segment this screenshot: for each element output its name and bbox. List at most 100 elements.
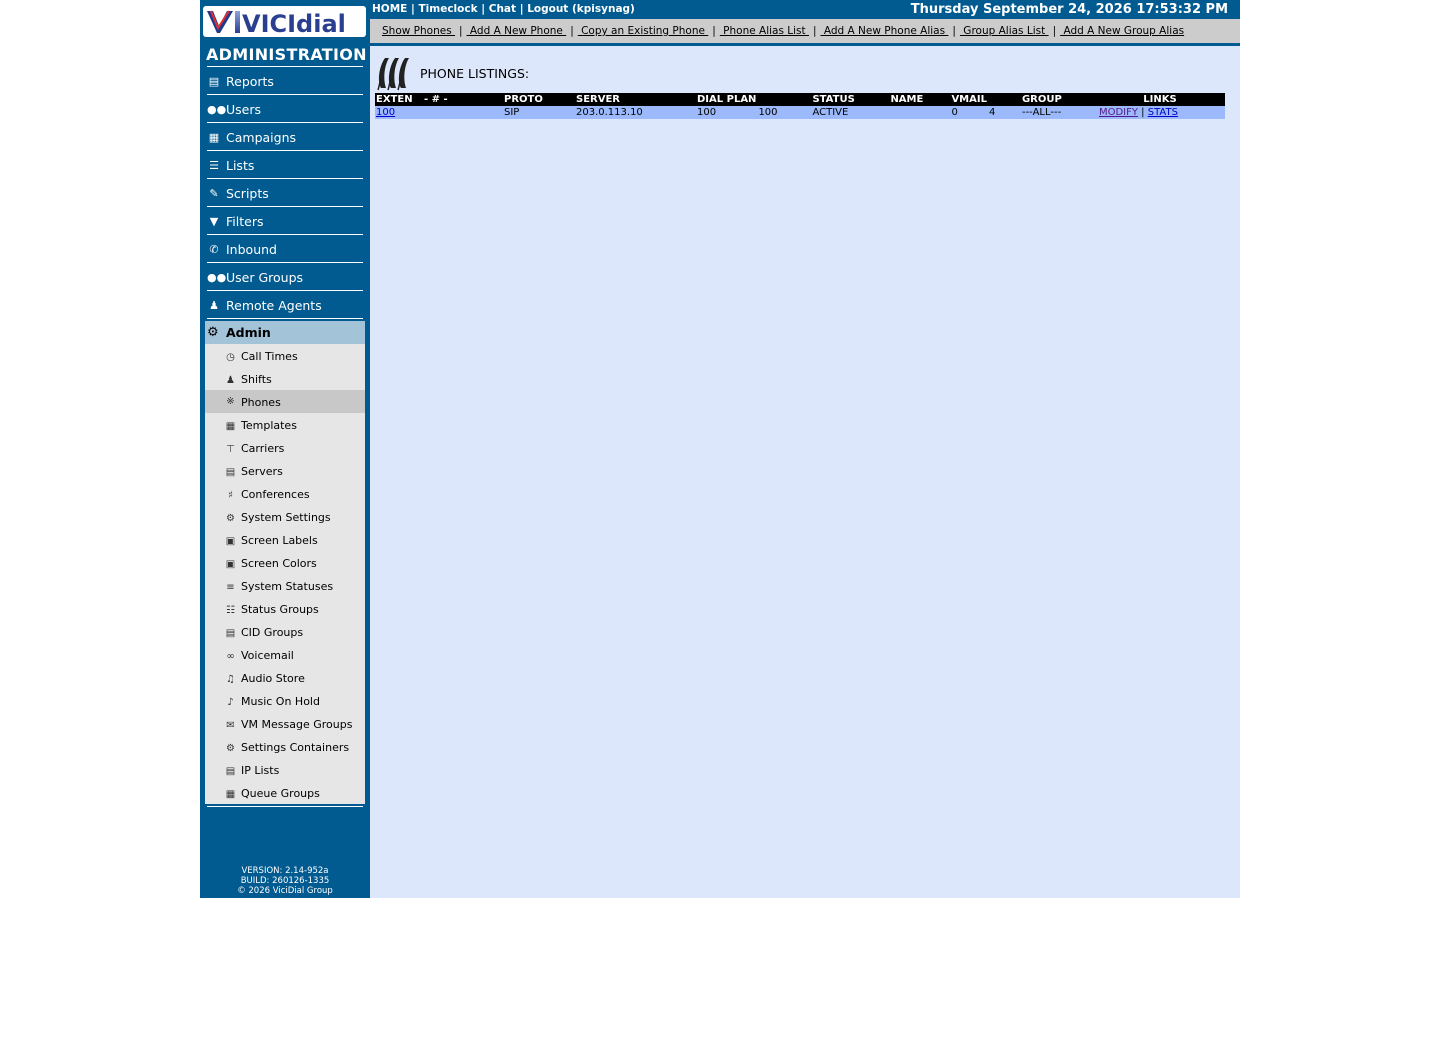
screen-labels-icon: ▣ bbox=[225, 536, 236, 547]
nav-inbound[interactable]: ✆ Inbound bbox=[205, 236, 365, 263]
col-group[interactable]: GROUP bbox=[1020, 93, 1095, 106]
cell-server: 203.0.113.10 bbox=[575, 106, 696, 119]
nav-remote-agents[interactable]: ♟ Remote Agents bbox=[205, 292, 365, 319]
col-name[interactable]: NAME bbox=[889, 93, 951, 106]
submenu-label: IP Lists bbox=[241, 764, 280, 777]
gear-icon: ⚙ bbox=[207, 325, 219, 340]
nav-admin[interactable]: ⚙ Admin bbox=[205, 321, 365, 344]
timeclock-link[interactable]: Timeclock bbox=[419, 3, 478, 15]
current-datetime: Thursday September 24, 2026 17:53:32 PM bbox=[910, 2, 1228, 17]
submenu-phones[interactable]: ※ Phones bbox=[205, 390, 365, 413]
nav-label: Lists bbox=[226, 158, 255, 173]
reports-icon: ▤ bbox=[208, 75, 220, 88]
copyright-text: © 2026 ViciDial Group bbox=[237, 886, 333, 896]
cell-num bbox=[423, 106, 503, 119]
cell-dialplan: 100 bbox=[696, 106, 758, 119]
submenu-templates[interactable]: ▦ Templates bbox=[205, 415, 365, 438]
nav-user-groups[interactable]: ●● User Groups bbox=[205, 264, 365, 291]
submenu-screen-labels[interactable]: ▣ Screen Labels bbox=[205, 530, 365, 553]
submenu-queue-groups[interactable]: ▦ Queue Groups bbox=[205, 783, 365, 806]
top-links: HOME | Timeclock | Chat | Logout (kpisyn… bbox=[372, 3, 635, 15]
nav-filters[interactable]: ▼ Filters bbox=[205, 208, 365, 235]
submenu-music-on-hold[interactable]: ♪ Music On Hold bbox=[205, 691, 365, 714]
modify-link[interactable]: MODIFY bbox=[1099, 107, 1138, 118]
cell-exten[interactable]: 100 bbox=[375, 106, 423, 119]
cell-proto: SIP bbox=[503, 106, 575, 119]
col-server[interactable]: SERVER bbox=[575, 93, 696, 106]
vicidial-logo[interactable]: VICIdial bbox=[203, 6, 366, 37]
submenu-conferences[interactable]: ♯ Conferences bbox=[205, 484, 365, 507]
submenu-label: Queue Groups bbox=[241, 787, 320, 800]
submenu-shifts[interactable]: ♟ Shifts bbox=[205, 369, 365, 392]
submenu-settings-containers[interactable]: ⚙ Settings Containers bbox=[205, 737, 365, 760]
submenu-call-times[interactable]: ◷ Call Times bbox=[205, 346, 365, 369]
admin-submenu: ◷ Call Times ♟ Shifts ※ Phones ▦ Templat… bbox=[205, 344, 365, 804]
submenu-voicemail[interactable]: ∞ Voicemail bbox=[205, 645, 365, 668]
nav-campaigns[interactable]: ▦ Campaigns bbox=[205, 124, 365, 151]
submenu-status-groups[interactable]: ☷ Status Groups bbox=[205, 599, 365, 622]
submenu-label: Audio Store bbox=[241, 672, 305, 685]
chat-link[interactable]: Chat bbox=[489, 3, 516, 15]
submenu-label: System Statuses bbox=[241, 580, 334, 593]
col-vmail2 bbox=[987, 93, 1021, 106]
col-proto[interactable]: PROTO bbox=[503, 93, 575, 106]
submenu-carriers[interactable]: ⊤ Carriers bbox=[205, 438, 365, 461]
nav-label: Admin bbox=[226, 325, 271, 340]
col-dialplan[interactable]: DIAL PLAN bbox=[696, 93, 758, 106]
submenu-system-statuses[interactable]: ≡ System Statuses bbox=[205, 576, 365, 599]
stats-link[interactable]: STATS bbox=[1148, 107, 1178, 118]
phone-alias-list-link[interactable]: Phone Alias List bbox=[720, 25, 809, 37]
add-phone-alias-link[interactable]: Add A New Phone Alias bbox=[821, 25, 949, 37]
nav-users[interactable]: ●● Users bbox=[205, 96, 365, 123]
add-phone-link[interactable]: Add A New Phone bbox=[467, 25, 567, 37]
servers-icon: ▤ bbox=[225, 467, 236, 478]
submenu-ip-lists[interactable]: ▤ IP Lists bbox=[205, 760, 365, 783]
phones-icon: ※ bbox=[226, 396, 235, 407]
nav-label: User Groups bbox=[226, 270, 304, 285]
copy-phone-link[interactable]: Copy an Existing Phone bbox=[578, 25, 709, 37]
nav-scripts[interactable]: ✎ Scripts bbox=[205, 180, 365, 207]
campaigns-icon: ▦ bbox=[208, 131, 220, 144]
scripts-icon: ✎ bbox=[209, 187, 219, 200]
submenu-label: Shifts bbox=[241, 373, 272, 386]
lists-icon: ☰ bbox=[209, 159, 219, 172]
nav-label: Inbound bbox=[226, 242, 277, 257]
version-info: VERSION: 2.14-952a BUILD: 260126-1335 © … bbox=[200, 866, 370, 896]
submenu-vm-message-groups[interactable]: ✉ VM Message Groups bbox=[205, 714, 365, 737]
page-title: PHONE LISTINGS: bbox=[420, 66, 530, 81]
conferences-icon: ♯ bbox=[228, 490, 233, 501]
col-exten[interactable]: EXTEN bbox=[375, 93, 423, 106]
submenu-label: Conferences bbox=[241, 488, 310, 501]
home-link[interactable]: HOME bbox=[372, 3, 407, 15]
submenu-label: Screen Colors bbox=[241, 557, 317, 570]
nav-label: Remote Agents bbox=[226, 298, 322, 313]
cell-name bbox=[889, 106, 951, 119]
logout-link[interactable]: Logout (kpisynag) bbox=[527, 3, 635, 15]
logo-text: VICIdial bbox=[242, 10, 346, 37]
col-status[interactable]: STATUS bbox=[811, 93, 890, 106]
submenu-audio-store[interactable]: ♫ Audio Store bbox=[205, 668, 365, 691]
cell-vmail-new: 0 bbox=[950, 106, 988, 119]
submenu-label: Phones bbox=[241, 396, 281, 409]
carriers-icon: ⊤ bbox=[226, 444, 235, 455]
table-row: 100 SIP 203.0.113.10 100 100 ACTIVE 0 4 … bbox=[375, 106, 1225, 119]
add-group-alias-link[interactable]: Add A New Group Alias bbox=[1060, 25, 1184, 37]
shifts-icon: ♟ bbox=[226, 375, 235, 386]
submenu-servers[interactable]: ▤ Servers bbox=[205, 461, 365, 484]
clock-icon: ◷ bbox=[226, 352, 235, 363]
submenu-cid-groups[interactable]: ▤ CID Groups bbox=[205, 622, 365, 645]
users-icon: ●● bbox=[207, 103, 227, 116]
nav-label: Campaigns bbox=[226, 130, 297, 145]
screen-colors-icon: ▣ bbox=[225, 559, 236, 570]
phones-icon bbox=[377, 58, 409, 91]
group-alias-list-link[interactable]: Group Alias List bbox=[960, 25, 1049, 37]
col-num[interactable]: - # - bbox=[423, 93, 503, 106]
nav-reports[interactable]: ▤ Reports bbox=[205, 68, 365, 95]
show-phones-link[interactable]: Show Phones bbox=[382, 25, 455, 37]
nav-lists[interactable]: ☰ Lists bbox=[205, 152, 365, 179]
col-vmail[interactable]: VMAIL bbox=[950, 93, 988, 106]
nav-label: Scripts bbox=[226, 186, 269, 201]
templates-icon: ▦ bbox=[225, 421, 236, 432]
submenu-screen-colors[interactable]: ▣ Screen Colors bbox=[205, 553, 365, 576]
submenu-system-settings[interactable]: ⚙ System Settings bbox=[205, 507, 365, 530]
